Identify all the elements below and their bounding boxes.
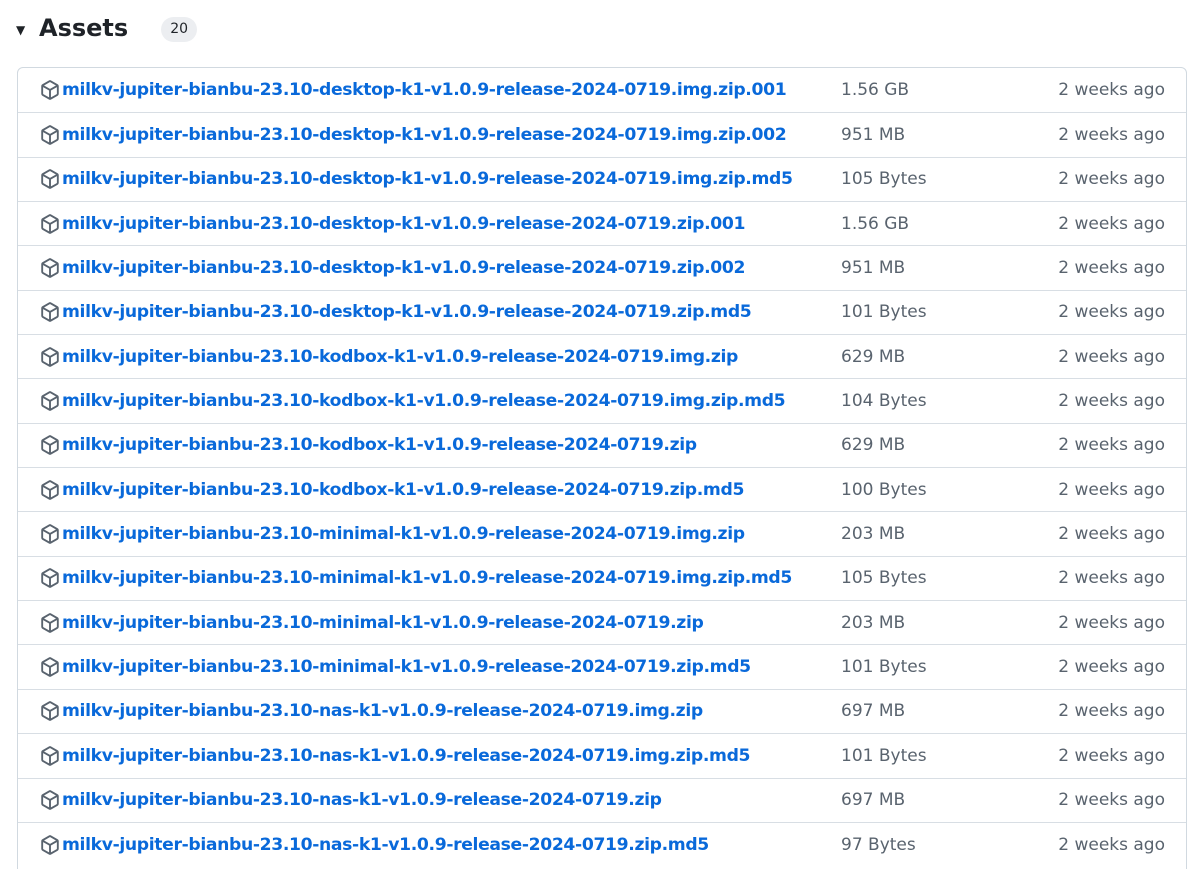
asset-link[interactable]: milkv-jupiter-bianbu-23.10-nas-k1-v1.0.9…	[62, 746, 750, 766]
asset-row: milkv-jupiter-bianbu-23.10-desktop-k1-v1…	[18, 156, 1186, 201]
asset-link[interactable]: milkv-jupiter-bianbu-23.10-desktop-k1-v1…	[62, 169, 793, 189]
asset-date: 2 weeks ago	[1058, 213, 1165, 234]
asset-link[interactable]: milkv-jupiter-bianbu-23.10-desktop-k1-v1…	[62, 302, 752, 322]
asset-link[interactable]: milkv-jupiter-bianbu-23.10-kodbox-k1-v1.…	[62, 347, 738, 367]
package-icon	[40, 125, 60, 145]
asset-link[interactable]: milkv-jupiter-bianbu-23.10-minimal-k1-v1…	[62, 524, 745, 544]
assets-title: Assets	[39, 14, 129, 42]
package-icon	[40, 302, 60, 323]
asset-row: milkv-jupiter-bianbu-23.10-kodbox-k1-v1.…	[18, 422, 1186, 467]
asset-row: milkv-jupiter-bianbu-23.10-desktop-k1-v1…	[18, 201, 1186, 245]
package-icon	[40, 657, 60, 677]
asset-link[interactable]: milkv-jupiter-bianbu-23.10-minimal-k1-v1…	[62, 568, 792, 588]
asset-date: 2 weeks ago	[1058, 790, 1165, 811]
asset-size: 951 MB	[841, 258, 906, 279]
asset-link[interactable]: milkv-jupiter-bianbu-23.10-nas-k1-v1.0.9…	[62, 835, 709, 855]
package-icon	[40, 790, 60, 810]
package-icon	[40, 391, 60, 411]
asset-link[interactable]: milkv-jupiter-bianbu-23.10-kodbox-k1-v1.…	[62, 435, 697, 455]
asset-row: milkv-jupiter-bianbu-23.10-kodbox-k1-v1.…	[18, 467, 1186, 511]
asset-row: milkv-jupiter-bianbu-23.10-desktop-k1-v1…	[18, 68, 1186, 112]
asset-row: milkv-jupiter-bianbu-23.10-kodbox-k1-v1.…	[18, 378, 1186, 422]
asset-size: 105 Bytes	[841, 568, 927, 589]
asset-size: 101 Bytes	[841, 745, 927, 766]
asset-row: milkv-jupiter-bianbu-23.10-kodbox-k1-v1.…	[18, 334, 1186, 378]
asset-size: 100 Bytes	[841, 479, 927, 500]
asset-date: 2 weeks ago	[1058, 657, 1165, 678]
asset-row: milkv-jupiter-bianbu-23.10-desktop-k1-v1…	[18, 245, 1186, 289]
asset-date: 2 weeks ago	[1058, 435, 1165, 456]
asset-size: 629 MB	[841, 435, 906, 456]
asset-size: 101 Bytes	[841, 657, 927, 678]
triangle-down-icon[interactable]: ▼	[16, 23, 28, 37]
package-icon	[40, 701, 60, 722]
assets-count-badge: 20	[161, 16, 198, 42]
asset-size: 951 MB	[841, 125, 906, 146]
asset-row: milkv-jupiter-bianbu-23.10-desktop-k1-v1…	[18, 289, 1186, 334]
package-icon	[40, 169, 60, 190]
asset-size: 104 Bytes	[841, 391, 927, 412]
asset-row: milkv-jupiter-bianbu-23.10-desktop-k1-v1…	[18, 112, 1186, 156]
asset-row: milkv-jupiter-bianbu-23.10-nas-k1-v1.0.9…	[18, 777, 1186, 822]
package-icon	[40, 435, 60, 456]
package-icon	[40, 612, 60, 633]
asset-row: milkv-jupiter-bianbu-23.10-minimal-k1-v1…	[18, 511, 1186, 555]
asset-size: 105 Bytes	[841, 169, 927, 190]
asset-date: 2 weeks ago	[1058, 524, 1165, 545]
asset-date: 2 weeks ago	[1058, 568, 1165, 589]
asset-size: 1.56 GB	[841, 213, 910, 234]
asset-size: 629 MB	[841, 346, 906, 367]
asset-link[interactable]: milkv-jupiter-bianbu-23.10-kodbox-k1-v1.…	[62, 480, 744, 500]
asset-row: milkv-jupiter-bianbu-23.10-minimal-k1-v1…	[18, 644, 1186, 688]
asset-size: 101 Bytes	[841, 302, 927, 323]
asset-size: 1.56 GB	[841, 80, 910, 101]
asset-link[interactable]: milkv-jupiter-bianbu-23.10-minimal-k1-v1…	[62, 613, 704, 633]
package-icon	[40, 258, 60, 278]
asset-date: 2 weeks ago	[1058, 302, 1165, 323]
asset-size: 697 MB	[841, 701, 906, 722]
asset-row: milkv-jupiter-bianbu-23.10-minimal-k1-v1…	[18, 600, 1186, 644]
package-icon	[40, 80, 60, 100]
package-icon	[40, 213, 60, 234]
asset-size: 97 Bytes	[841, 834, 916, 855]
package-icon	[40, 524, 60, 544]
asset-link[interactable]: milkv-jupiter-bianbu-23.10-desktop-k1-v1…	[62, 214, 745, 234]
asset-date: 2 weeks ago	[1058, 346, 1165, 367]
asset-date: 2 weeks ago	[1058, 125, 1165, 146]
asset-date: 2 weeks ago	[1058, 80, 1165, 101]
asset-row: milkv-jupiter-bianbu-23.10-nas-k1-v1.0.9…	[18, 688, 1186, 733]
asset-date: 2 weeks ago	[1058, 612, 1165, 633]
asset-link[interactable]: milkv-jupiter-bianbu-23.10-kodbox-k1-v1.…	[62, 391, 786, 411]
asset-row: milkv-jupiter-bianbu-23.10-nas-k1-v1.0.9…	[18, 821, 1186, 866]
asset-size: 697 MB	[841, 790, 906, 811]
asset-link[interactable]: milkv-jupiter-bianbu-23.10-minimal-k1-v1…	[62, 657, 751, 677]
asset-row: milkv-jupiter-bianbu-23.10-nas-k1-v1.0.9…	[18, 733, 1186, 777]
asset-date: 2 weeks ago	[1058, 701, 1165, 722]
asset-link[interactable]: milkv-jupiter-bianbu-23.10-nas-k1-v1.0.9…	[62, 701, 703, 721]
asset-row: milkv-jupiter-bianbu-23.10-minimal-k1-v1…	[18, 555, 1186, 600]
assets-summary-toggle[interactable]: ▼ Assets 20	[16, 8, 198, 48]
package-icon	[40, 746, 60, 766]
asset-date: 2 weeks ago	[1058, 479, 1165, 500]
asset-date: 2 weeks ago	[1058, 258, 1165, 279]
asset-size: 203 MB	[841, 612, 906, 633]
asset-size: 203 MB	[841, 524, 906, 545]
asset-link[interactable]: milkv-jupiter-bianbu-23.10-desktop-k1-v1…	[62, 125, 787, 145]
asset-link[interactable]: milkv-jupiter-bianbu-23.10-nas-k1-v1.0.9…	[62, 790, 662, 810]
asset-date: 2 weeks ago	[1058, 745, 1165, 766]
package-icon	[40, 346, 60, 367]
asset-link[interactable]: milkv-jupiter-bianbu-23.10-desktop-k1-v1…	[62, 80, 787, 100]
asset-date: 2 weeks ago	[1058, 391, 1165, 412]
package-icon	[40, 568, 60, 589]
asset-date: 2 weeks ago	[1058, 834, 1165, 855]
asset-date: 2 weeks ago	[1058, 169, 1165, 190]
asset-link[interactable]: milkv-jupiter-bianbu-23.10-desktop-k1-v1…	[62, 258, 745, 278]
package-icon	[40, 834, 60, 855]
assets-list: milkv-jupiter-bianbu-23.10-desktop-k1-v1…	[17, 67, 1187, 869]
package-icon	[40, 479, 60, 500]
